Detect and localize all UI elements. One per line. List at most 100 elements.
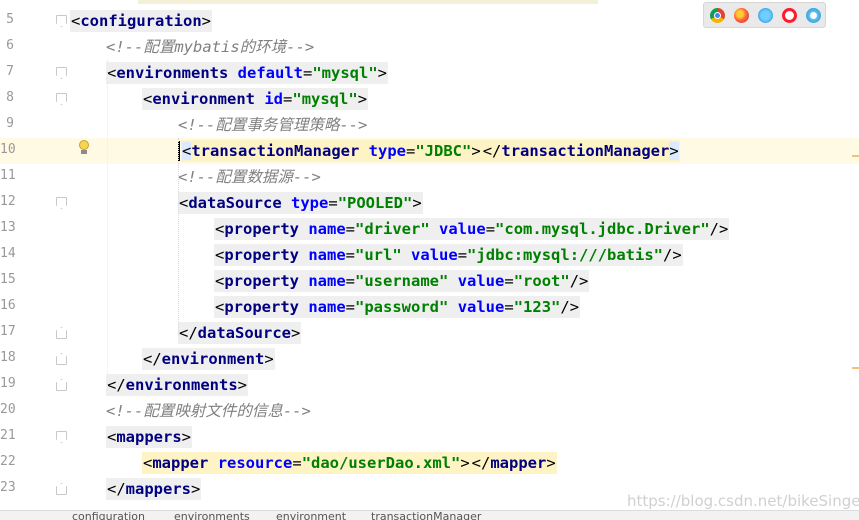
- line-number: 19: [0, 376, 16, 391]
- code-line[interactable]: 12 <dataSource type="POOLED">: [0, 190, 859, 216]
- tag-box: <environments default="mysql">: [106, 62, 389, 84]
- opera-icon[interactable]: [782, 8, 797, 23]
- code-line[interactable]: 21 <mappers>: [0, 424, 859, 450]
- code-text: <!--配置数据源-->: [178, 167, 321, 187]
- tag-bracket: </: [471, 454, 491, 472]
- close-tag: </mapper>: [470, 452, 557, 474]
- attribute-name: value: [411, 246, 458, 264]
- code-line[interactable]: 17 </dataSource>: [0, 320, 859, 346]
- code-text: <!--配置映射文件的信息-->: [106, 401, 311, 421]
- line-number: 16: [0, 298, 16, 313]
- attribute-name: type: [368, 142, 406, 160]
- breadcrumb-item[interactable]: environment: [276, 511, 346, 520]
- code-line[interactable]: 18 </environment>: [0, 346, 859, 372]
- code-line[interactable]: 7 <environments default="mysql">: [0, 60, 859, 86]
- tag-bracket: <: [179, 194, 189, 212]
- code-line[interactable]: 11 <!--配置数据源-->: [0, 164, 859, 190]
- fold-collapse-icon[interactable]: [56, 197, 67, 209]
- comment: <!--配置mybatis的环境-->: [106, 38, 315, 56]
- safari-icon[interactable]: [758, 8, 773, 23]
- line-number: 8: [6, 90, 14, 105]
- comment: <!--配置映射文件的信息-->: [106, 402, 311, 420]
- code-text: </environment>: [142, 348, 275, 370]
- ie-icon[interactable]: [806, 8, 821, 23]
- fold-end-icon[interactable]: [56, 327, 67, 339]
- tag-box: <environment id="mysql">: [142, 88, 369, 110]
- attribute-name: name: [308, 298, 346, 316]
- code-line[interactable]: 9 <!--配置事务管理策略-->: [0, 112, 859, 138]
- chrome-icon[interactable]: [710, 8, 725, 23]
- code-line[interactable]: 6 <!--配置mybatis的环境-->: [0, 34, 859, 60]
- tag-name: property: [224, 298, 299, 316]
- tag-name: environment: [152, 90, 255, 108]
- fold-collapse-icon[interactable]: [56, 431, 67, 443]
- code-editor[interactable]: 5 <configuration> 6 <!--配置mybatis的环境--> 7 <en…: [0, 0, 859, 510]
- tag-bracket: <: [215, 220, 225, 238]
- fold-collapse-icon[interactable]: [56, 15, 67, 27]
- tag-bracket: <: [107, 64, 117, 82]
- tag-name: transactionManager: [501, 142, 670, 160]
- tag-box: <dataSource type="POOLED">: [178, 192, 423, 214]
- tag-name: transactionManager: [191, 142, 360, 160]
- attribute-value: "POOLED": [337, 194, 413, 212]
- code-line[interactable]: 20 <!--配置映射文件的信息-->: [0, 398, 859, 424]
- tag-name: environment: [161, 350, 265, 368]
- code-text: <transactionManager type="JDBC"> </transa…: [178, 140, 680, 162]
- equals-sign: =: [345, 272, 356, 290]
- tag-box: </environment>: [142, 348, 275, 370]
- code-line[interactable]: 19 </environments>: [0, 372, 859, 398]
- equals-sign: =: [345, 298, 356, 316]
- code-line[interactable]: 15 <property name="username" value="root"…: [0, 268, 859, 294]
- equals-sign: =: [303, 64, 313, 82]
- tag-bracket: >: [471, 142, 481, 160]
- breadcrumb-item[interactable]: environments: [174, 511, 250, 520]
- attribute-name: name: [308, 246, 346, 264]
- intention-bulb-icon[interactable]: [78, 140, 90, 155]
- attribute-name: id: [264, 90, 284, 108]
- tag-box: <configuration>: [70, 10, 213, 32]
- tag-box: <property name="url" value="jdbc:mysql:/…: [214, 244, 683, 266]
- tag-bracket: >: [191, 480, 201, 498]
- breadcrumb-item[interactable]: configuration: [72, 511, 145, 520]
- equals-sign: =: [345, 220, 356, 238]
- fold-end-icon[interactable]: [56, 353, 67, 365]
- breadcrumb-item[interactable]: transactionManager: [371, 511, 481, 520]
- code-line[interactable]: 10 <transactionManager type="JDBC"> </tran…: [0, 138, 859, 164]
- line-number: 21: [0, 428, 16, 443]
- tag-name: dataSource: [188, 194, 282, 212]
- tag-bracket: <: [215, 246, 225, 264]
- tag-bracket: >: [181, 428, 192, 446]
- code-text: <property name="password" value="123"/>: [214, 296, 581, 318]
- tag-name: mapper: [152, 454, 209, 472]
- code-text: <mappers>: [106, 426, 193, 448]
- tag-name: property: [224, 246, 299, 264]
- code-line[interactable]: 16 <property name="password" value="123"/…: [0, 294, 859, 320]
- equals-sign: =: [292, 454, 302, 472]
- code-text: <configuration>: [70, 10, 213, 32]
- code-text: <property name="username" value="root"/>: [214, 270, 590, 292]
- tag-box: <mappers>: [106, 426, 193, 448]
- attribute-name: value: [439, 220, 486, 238]
- code-line[interactable]: 22 <mapper resource="dao/userDao.xml"> </m…: [0, 450, 859, 476]
- code-text: </environments>: [106, 374, 248, 396]
- error-stripe-marker[interactable]: [852, 155, 859, 157]
- attribute-name: value: [457, 272, 505, 290]
- line-number: 23: [0, 480, 16, 495]
- code-line[interactable]: 13 <property name="driver" value="com.mys…: [0, 216, 859, 242]
- fold-collapse-icon[interactable]: [56, 93, 67, 105]
- fold-collapse-icon[interactable]: [56, 67, 67, 79]
- fold-end-icon[interactable]: [56, 379, 67, 391]
- code-line[interactable]: 8 <environment id="mysql">: [0, 86, 859, 112]
- code-line[interactable]: 14 <property name="url" value="jdbc:mysql…: [0, 242, 859, 268]
- tag-bracket: <: [215, 298, 225, 316]
- error-stripe-marker[interactable]: [852, 367, 859, 369]
- line-number: 14: [0, 246, 16, 261]
- fold-end-icon[interactable]: [56, 483, 67, 495]
- line-number: 5: [6, 12, 14, 27]
- close-tag: </transactionManager>: [481, 140, 680, 162]
- firefox-icon[interactable]: [734, 8, 749, 23]
- line-number: 17: [0, 324, 16, 339]
